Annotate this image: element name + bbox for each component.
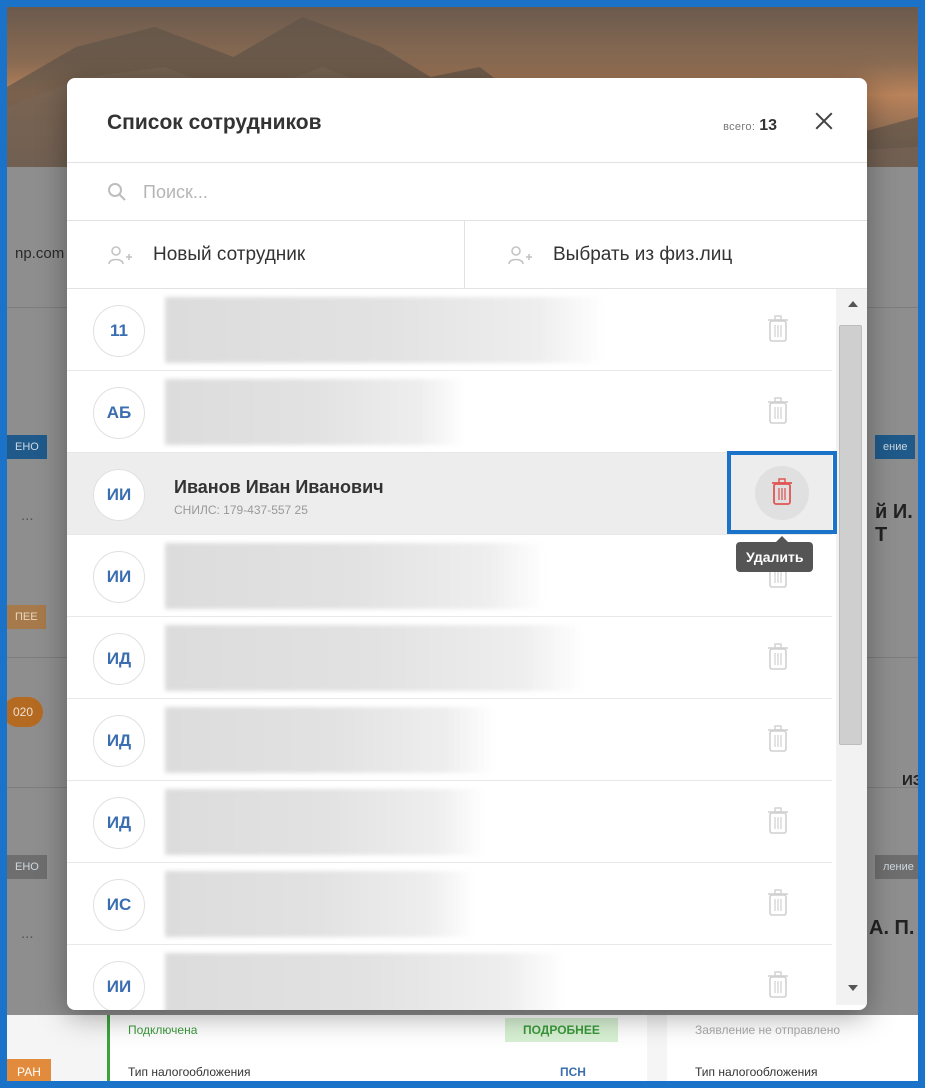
trash-icon[interactable] (767, 397, 789, 425)
avatar: ИД (93, 715, 145, 767)
bg-orange-tag: ПЕЕ (7, 605, 46, 629)
avatar: ИИ (93, 469, 145, 521)
avatar: ИИ (93, 961, 145, 1010)
avatar: ИД (93, 633, 145, 685)
highlight-annotation (727, 451, 837, 534)
bg-name-fragment: й И. Т (875, 501, 913, 546)
list-item[interactable]: АБ (67, 371, 832, 453)
list-item-selected[interactable]: ИИ Иванов Иван Иванович СНИЛС: 179-437-5… (67, 453, 832, 535)
trash-icon[interactable] (767, 971, 789, 999)
bg-tax-label: Тип налогообложения (128, 1065, 251, 1079)
bg-email-fragment: np.com (15, 245, 65, 262)
bg-status-right-2: ление (875, 855, 918, 879)
bg-bottom-card-left: Подключена ПОДРОБНЕЕ Тип налогообложения… (107, 1015, 647, 1081)
action-bar: Новый сотрудник Выбрать из физ.лиц (67, 221, 867, 289)
redacted-name (165, 543, 545, 609)
search-input[interactable] (143, 177, 743, 207)
employee-list: 11 АБ ИИ Иванов Иван Иванович СНИЛС: 179… (67, 289, 832, 1010)
total-label: всего: (723, 121, 756, 133)
redacted-name (165, 625, 585, 691)
trash-icon[interactable] (767, 725, 789, 753)
scroll-down-arrow-icon[interactable] (848, 985, 858, 991)
modal-title: Список сотрудников (107, 111, 322, 134)
list-item[interactable]: ИИ (67, 535, 832, 617)
employee-name: Иванов Иван Иванович (174, 477, 384, 497)
bg-dots-2: ... (21, 925, 34, 942)
trash-icon[interactable] (767, 643, 789, 671)
redacted-name (165, 379, 465, 445)
bg-name-fragment-2: А. П. (869, 917, 915, 939)
list-item[interactable]: 11 (67, 289, 832, 371)
delete-tooltip: Удалить (736, 536, 814, 572)
bg-bottom-card-right: Заявление не отправлено Тип налогообложе… (667, 1015, 918, 1081)
user-add-icon (108, 246, 132, 265)
avatar: ИИ (93, 551, 145, 603)
bg-tax-value: ПСН (560, 1065, 586, 1079)
trash-icon[interactable] (767, 315, 789, 343)
redacted-name (165, 789, 485, 855)
bg-status-tag-2: ЕНО (7, 855, 47, 879)
new-employee-label: Новый сотрудник (153, 244, 306, 265)
bg-bottom-cards: РАН Подключена ПОДРОБНЕЕ Тип налогооблож… (7, 1015, 918, 1081)
avatar: ИД (93, 797, 145, 849)
bg-status-right: ение (875, 435, 916, 459)
trash-icon[interactable] (767, 807, 789, 835)
list-item[interactable]: ИД (67, 781, 832, 863)
modal-header: Список сотрудников всего: 13 (67, 78, 867, 163)
bg-connected-status: Подключена (128, 1023, 198, 1037)
redacted-name (165, 707, 495, 773)
redacted-name (165, 297, 605, 363)
bg-tax-label-right: Тип налогообложения (695, 1065, 818, 1079)
bg-more-button: ПОДРОБНЕЕ (505, 1018, 618, 1042)
trash-icon[interactable] (767, 889, 789, 917)
list-item[interactable]: ИИ (67, 945, 832, 1010)
redacted-name (165, 953, 565, 1010)
scroll-thumb[interactable] (839, 325, 862, 745)
choose-from-persons-button[interactable]: Выбрать из физ.лиц (465, 221, 867, 289)
bg-edit-fragment: ИЗ (902, 772, 923, 789)
bg-date-pill: 020 (7, 697, 44, 727)
bg-status-tag: ЕНО (7, 435, 47, 459)
avatar: 11 (93, 305, 145, 357)
employee-snils: СНИЛС: 179-437-557 25 (174, 503, 308, 517)
search-icon (108, 183, 126, 201)
new-employee-button[interactable]: Новый сотрудник (67, 221, 465, 289)
user-add-icon (508, 246, 532, 265)
scroll-up-arrow-icon[interactable] (848, 301, 858, 307)
bg-not-sent: Заявление не отправлено (695, 1023, 840, 1037)
list-item[interactable]: ИД (67, 699, 832, 781)
avatar: АБ (93, 387, 145, 439)
choose-from-persons-label: Выбрать из физ.лиц (553, 244, 733, 265)
list-item[interactable]: ИС (67, 863, 832, 945)
total-value: 13 (759, 117, 777, 134)
bg-dots: ... (21, 507, 34, 524)
total-count: всего: 13 (723, 117, 777, 135)
search-bar (67, 163, 867, 221)
list-scrollbar[interactable] (836, 289, 867, 1005)
close-icon[interactable] (811, 108, 837, 134)
bg-bottom-orange-tag: РАН (7, 1059, 51, 1081)
redacted-name (165, 871, 475, 937)
avatar: ИС (93, 879, 145, 931)
list-item[interactable]: ИД (67, 617, 832, 699)
